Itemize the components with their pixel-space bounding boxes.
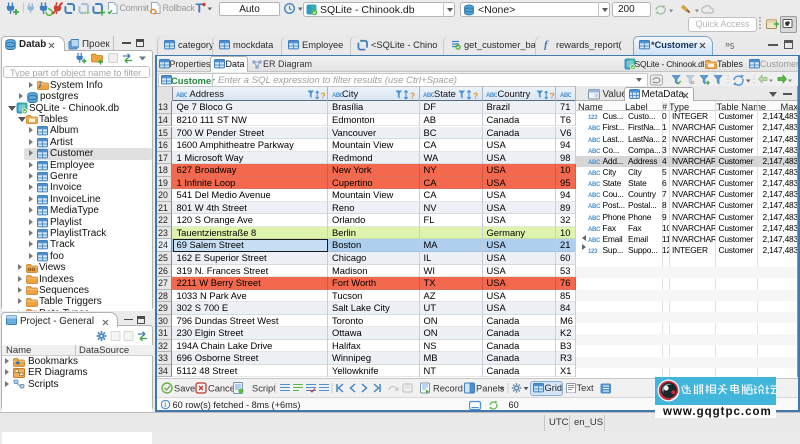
svg-text:?: ? — [473, 90, 478, 100]
svg-text:Script: Script — [252, 384, 276, 394]
svg-text:f: f — [544, 39, 549, 50]
svg-text:ABC: ABC — [176, 93, 187, 98]
svg-text:Commit: Commit — [120, 3, 150, 13]
svg-text:Cancel: Cancel — [208, 384, 237, 394]
svg-text:ABC: ABC — [560, 93, 571, 98]
svg-text:ABC: ABC — [486, 93, 497, 98]
svg-text:?: ? — [410, 90, 415, 100]
svg-text:ABC: ABC — [423, 93, 434, 98]
svg-text:ABC: ABC — [332, 93, 343, 98]
svg-text:?: ? — [321, 90, 326, 100]
svg-text:i: i — [164, 402, 166, 409]
svg-text:Save: Save — [174, 384, 195, 394]
svg-text:T: T — [196, 2, 204, 16]
svg-text:?: ? — [549, 90, 554, 100]
svg-text:oo: oo — [28, 266, 36, 273]
svg-text:Record: Record — [433, 384, 463, 394]
svg-text:Rollback: Rollback — [163, 3, 196, 13]
